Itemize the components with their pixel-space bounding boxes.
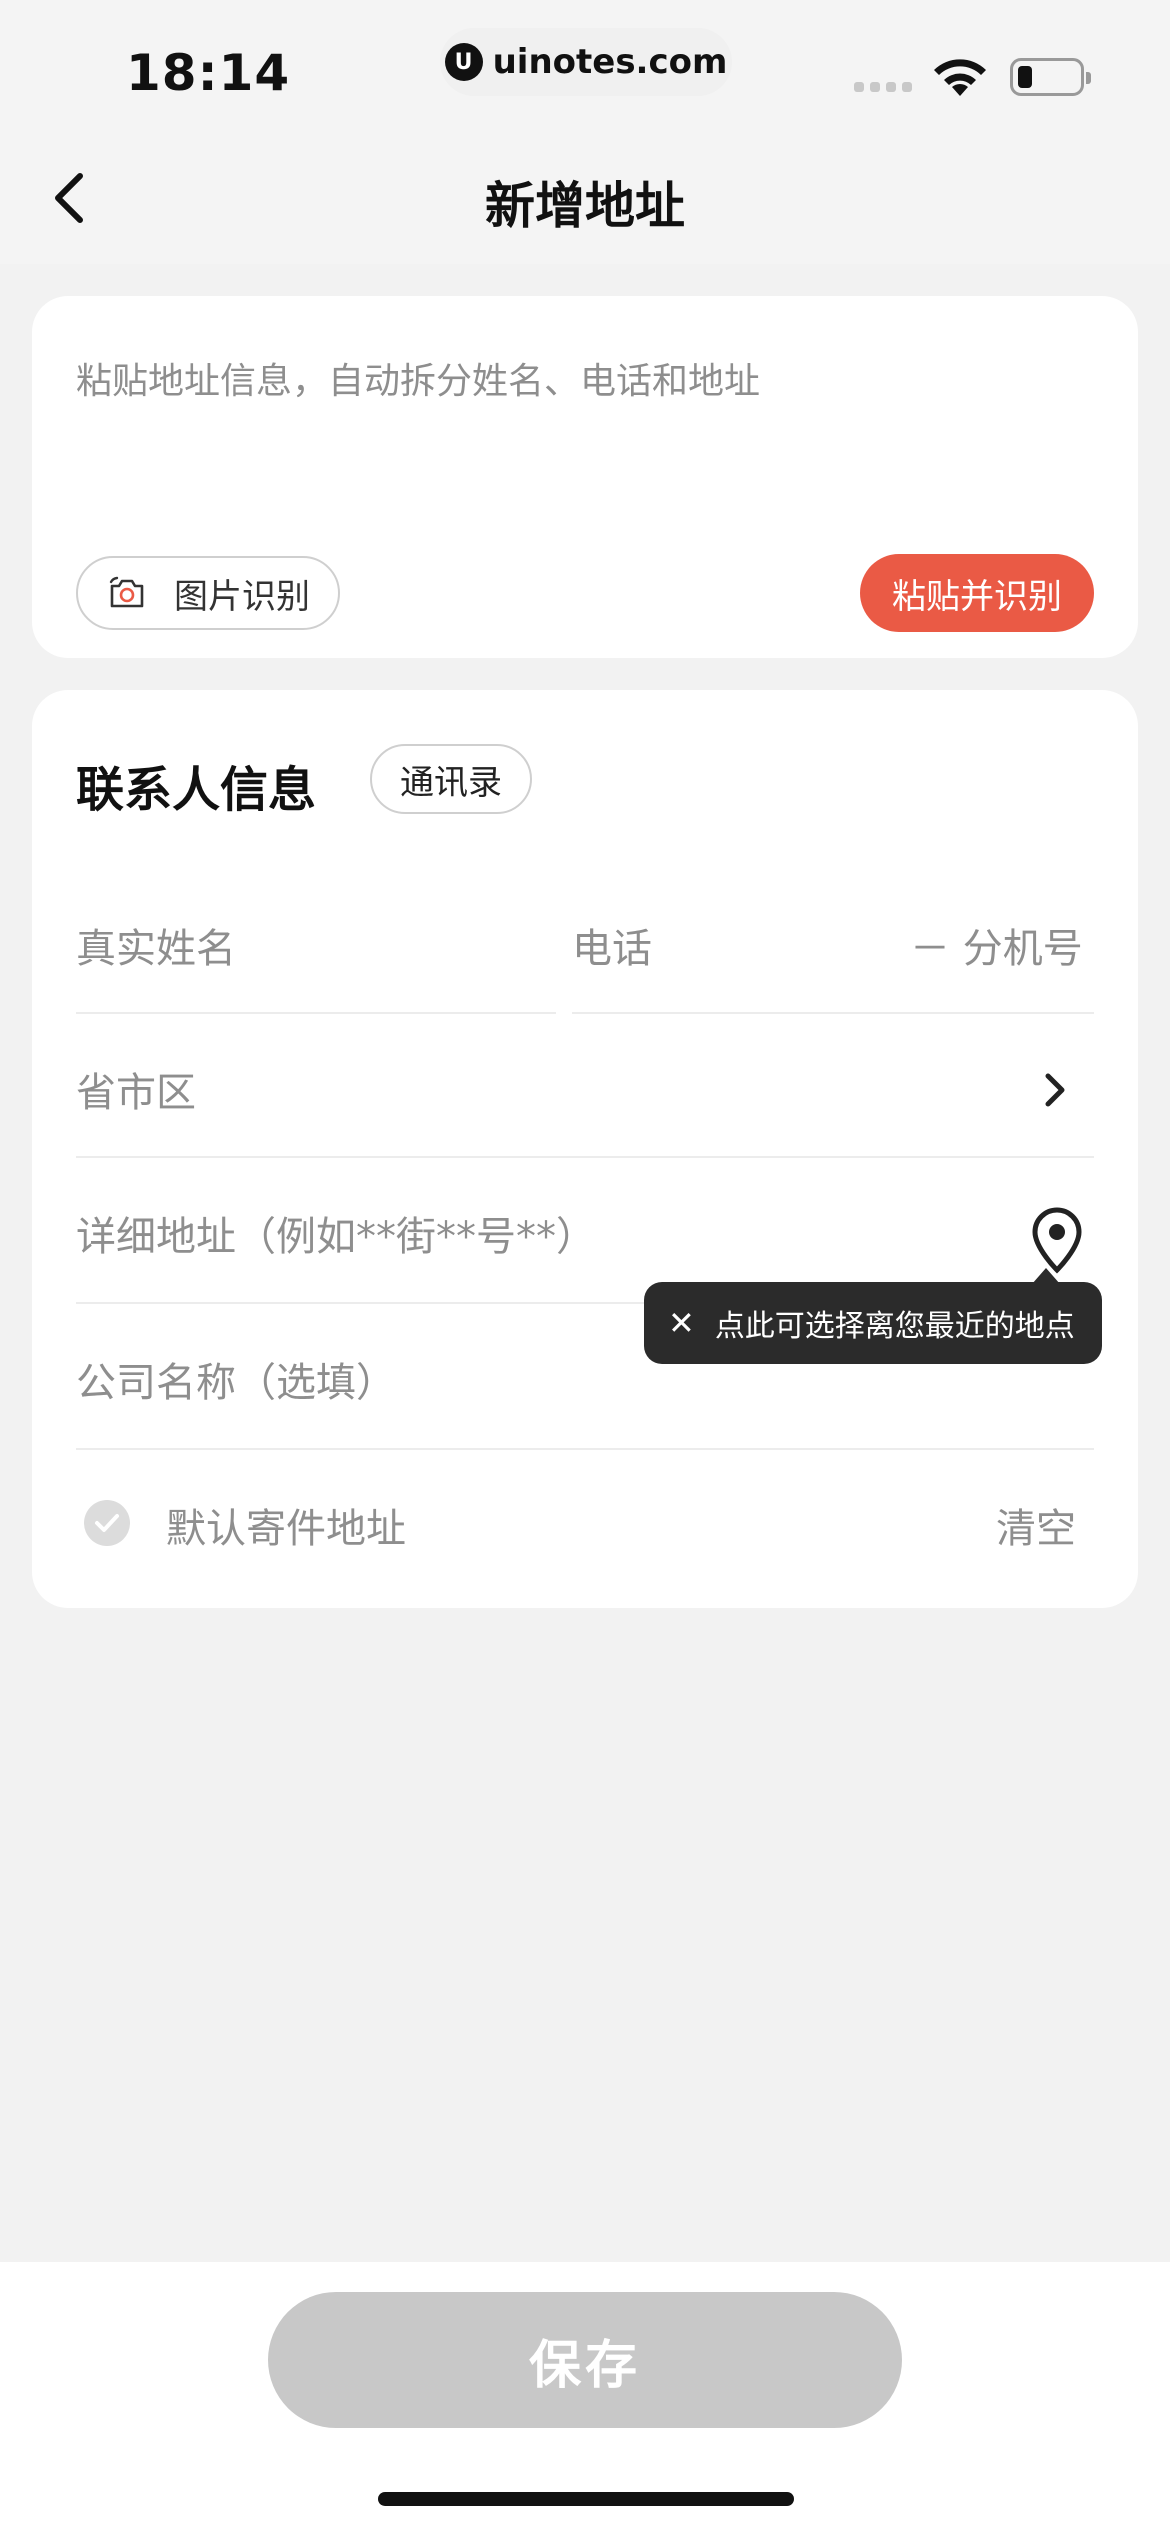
phone-input[interactable]: 电话: [572, 916, 652, 974]
contacts-button[interactable]: 通讯录: [370, 744, 532, 814]
divider: [76, 1156, 1094, 1158]
save-button[interactable]: 保存: [268, 2292, 902, 2428]
location-pin-icon[interactable]: [1026, 1204, 1088, 1274]
default-address-label[interactable]: 默认寄件地址: [166, 1496, 406, 1554]
camera-icon: [109, 576, 144, 608]
home-indicator: [378, 2492, 794, 2506]
top-bar: 18:14 U uinotes.com 新增地址: [0, 0, 1170, 264]
close-icon[interactable]: ✕: [668, 1304, 695, 1342]
cellular-signal-icon: [854, 82, 912, 92]
battery-icon: [1010, 58, 1091, 96]
divider: [572, 1012, 1094, 1014]
url-text: uinotes.com: [492, 42, 728, 82]
extension-input[interactable]: － 分机号: [910, 916, 1083, 974]
name-input[interactable]: 真实姓名: [76, 916, 236, 974]
page-title: 新增地址: [485, 177, 685, 235]
tooltip-text: 点此可选择离您最近的地点: [714, 1309, 1075, 1344]
status-time: 18:14: [126, 44, 291, 102]
site-logo-icon: U: [444, 43, 483, 81]
bottom-bar: 保存: [0, 2262, 1170, 2532]
url-pill[interactable]: U uinotes.com: [440, 28, 732, 96]
image-recognize-label: 图片识别: [174, 576, 310, 617]
chevron-right-icon[interactable]: [1040, 1068, 1070, 1112]
paste-card: 粘贴地址信息，自动拆分姓名、电话和地址 图片识别 粘贴并识别: [32, 296, 1138, 658]
paste-address-textarea[interactable]: 粘贴地址信息，自动拆分姓名、电话和地址: [76, 352, 760, 404]
divider: [76, 1012, 556, 1014]
company-input[interactable]: 公司名称（选填）: [76, 1350, 396, 1408]
wifi-icon: [934, 59, 986, 96]
clear-button[interactable]: 清空: [996, 1496, 1076, 1554]
region-selector[interactable]: 省市区: [76, 1060, 196, 1118]
contact-card: 联系人信息 通讯录 真实姓名 电话 － 分机号 省市区 详细地址（例如**街**…: [32, 690, 1138, 1608]
paste-recognize-button[interactable]: 粘贴并识别: [860, 554, 1094, 632]
divider: [76, 1448, 1094, 1450]
address-input[interactable]: 详细地址（例如**街**号**）: [76, 1204, 596, 1262]
check-icon: [95, 1514, 119, 1532]
location-tooltip: ✕ 点此可选择离您最近的地点: [644, 1268, 1102, 1364]
section-title: 联系人信息: [76, 762, 317, 818]
default-address-checkbox[interactable]: [84, 1500, 130, 1546]
image-recognize-button[interactable]: 图片识别: [76, 556, 340, 630]
